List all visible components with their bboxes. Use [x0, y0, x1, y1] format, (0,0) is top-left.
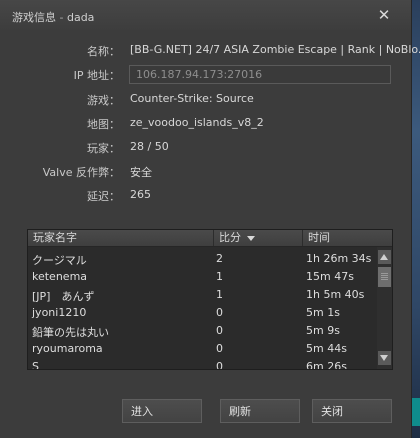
- player-score: 0: [216, 306, 223, 319]
- refresh-button[interactable]: 刷新: [220, 399, 300, 423]
- info-row-latency: 延迟： 265: [0, 186, 400, 204]
- game-label: 游戏：: [87, 94, 120, 107]
- player-rows: クージマル 2 1h 26m 34s ketenema 1 15m 47s [J…: [28, 247, 377, 369]
- player-row[interactable]: ryoumaroma 0 5m 44s: [28, 339, 377, 357]
- map-label: 地图：: [87, 118, 120, 131]
- info-row-players: 玩家： 28 / 50: [0, 138, 400, 156]
- desktop-background: [412, 0, 420, 438]
- column-header-time[interactable]: 时间: [302, 230, 377, 246]
- player-score: 2: [216, 252, 223, 265]
- player-row[interactable]: クージマル 2 1h 26m 34s: [28, 249, 377, 267]
- close-icon[interactable]: ✕: [375, 6, 393, 24]
- sort-descending-icon: [247, 235, 255, 241]
- player-name: jyoni1210: [32, 306, 87, 319]
- name-value: [BB-G.NET] 24/7 ASIA Zombie Escape | Ran…: [130, 43, 420, 56]
- name-label: 名称：: [87, 45, 120, 58]
- title-bar[interactable]: 游戏信息 - dada ✕: [0, 0, 411, 30]
- map-value: ze_voodoo_islands_v8_2: [130, 116, 264, 129]
- player-row[interactable]: 鉛筆の先は丸い 0 5m 9s: [28, 321, 377, 339]
- player-name: ryoumaroma: [32, 342, 103, 355]
- scroll-up-icon[interactable]: [378, 250, 391, 264]
- game-info-dialog: 游戏信息 - dada ✕ 名称： [BB-G.NET] 24/7 ASIA Z…: [0, 0, 420, 438]
- ip-label: IP 地址：: [73, 69, 120, 82]
- player-name: 鉛筆の先は丸い: [32, 326, 109, 339]
- player-score: 0: [216, 360, 223, 369]
- column-header-player-name[interactable]: 玩家名字: [28, 230, 213, 246]
- vac-value: 安全: [130, 166, 152, 179]
- player-list-header: 玩家名字 比分 时间: [28, 230, 392, 247]
- close-button[interactable]: 关闭: [312, 399, 392, 423]
- column-header-player-name-label: 玩家名字: [33, 231, 77, 244]
- player-list-scrollbar[interactable]: [377, 247, 392, 369]
- latency-label: 延迟：: [87, 190, 120, 203]
- player-time: 1h 26m 34s: [306, 252, 372, 265]
- scrollbar-thumb[interactable]: [378, 267, 391, 287]
- player-score: 1: [216, 288, 223, 301]
- players-label: 玩家：: [87, 142, 120, 155]
- scroll-down-icon[interactable]: [378, 351, 391, 365]
- player-name: ketenema: [32, 270, 88, 283]
- title-main: 游戏信息: [12, 11, 56, 24]
- column-header-score[interactable]: 比分: [213, 230, 302, 246]
- player-time: 1h 5m 40s: [306, 288, 365, 301]
- title-user: dada: [66, 11, 95, 24]
- player-time: 5m 44s: [306, 342, 347, 355]
- info-row-ip: IP 地址：: [0, 65, 400, 84]
- player-time: 15m 47s: [306, 270, 354, 283]
- info-row-game: 游戏： Counter-Strike: Source: [0, 90, 400, 108]
- player-name: S: [32, 360, 39, 369]
- player-list[interactable]: 玩家名字 比分 时间 クージマル 2 1h 26m 34s ketenema 1…: [27, 229, 393, 370]
- player-name: [JP] あんず: [32, 290, 95, 303]
- desktop-taskbar-accent: [412, 398, 420, 426]
- info-row-map: 地图： ze_voodoo_islands_v8_2: [0, 114, 400, 132]
- player-row[interactable]: [JP] あんず 1 1h 5m 40s: [28, 285, 377, 303]
- player-row[interactable]: ketenema 1 15m 47s: [28, 267, 377, 285]
- window-title: 游戏信息 - dada: [12, 9, 94, 25]
- info-row-vac: Valve 反作弊： 安全: [0, 162, 400, 180]
- player-score: 0: [216, 342, 223, 355]
- players-value: 28 / 50: [130, 140, 169, 153]
- player-score: 1: [216, 270, 223, 283]
- player-time: 5m 1s: [306, 306, 340, 319]
- player-time: 6m 26s: [306, 360, 347, 369]
- info-row-name: 名称： [BB-G.NET] 24/7 ASIA Zombie Escape |…: [0, 41, 420, 59]
- player-row[interactable]: S 0 6m 26s: [28, 357, 377, 369]
- vac-label: Valve 反作弊：: [42, 166, 120, 179]
- player-score: 0: [216, 324, 223, 337]
- title-separator: -: [56, 11, 67, 24]
- player-time: 5m 9s: [306, 324, 340, 337]
- player-name: クージマル: [32, 254, 87, 267]
- latency-value: 265: [130, 188, 151, 201]
- ip-address-field[interactable]: [129, 65, 391, 84]
- column-header-score-label: 比分: [219, 231, 241, 244]
- game-value: Counter-Strike: Source: [130, 92, 254, 105]
- player-row[interactable]: jyoni1210 0 5m 1s: [28, 303, 377, 321]
- connect-button[interactable]: 进入: [122, 399, 202, 423]
- column-header-time-label: 时间: [308, 231, 330, 244]
